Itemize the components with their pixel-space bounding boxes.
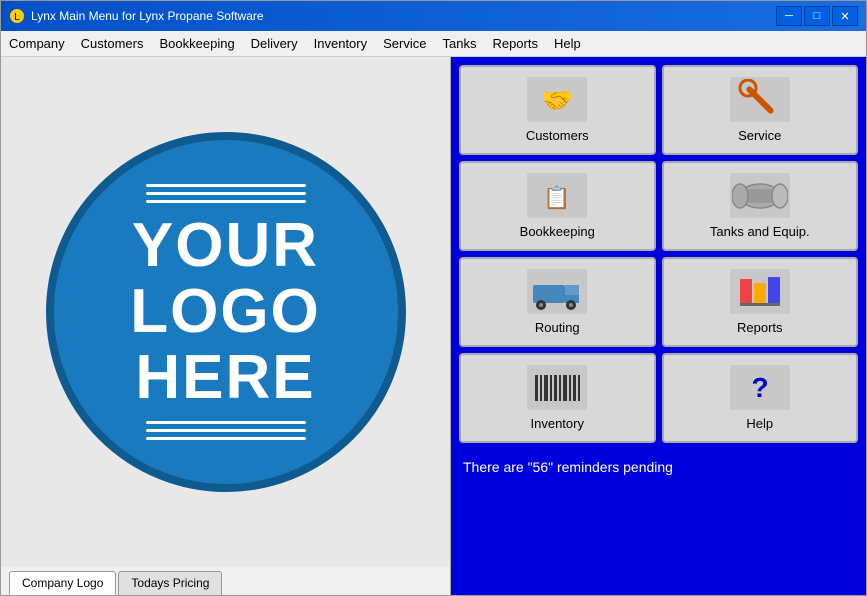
- bookkeeping-label: Bookkeeping: [520, 224, 595, 239]
- help-icon: ?: [730, 365, 790, 410]
- menu-item-delivery[interactable]: Delivery: [243, 31, 306, 56]
- bookkeeping-icon: 📋: [527, 173, 587, 218]
- window-controls: ─ □ ✕: [776, 6, 858, 26]
- main-content: YOUR LOGO HERE Company Logo: [1, 57, 866, 595]
- btn-routing[interactable]: Routing: [459, 257, 656, 347]
- reports-icon: [730, 269, 790, 314]
- reports-label: Reports: [737, 320, 783, 335]
- logo-line-text-3: HERE: [135, 347, 315, 409]
- logo-circle-outer: YOUR LOGO HERE: [46, 132, 406, 492]
- help-label: Help: [746, 416, 773, 431]
- main-window: L Lynx Main Menu for Lynx Propane Softwa…: [0, 0, 867, 596]
- logo-line-4: [146, 421, 306, 424]
- title-bar-text: Lynx Main Menu for Lynx Propane Software: [31, 9, 770, 23]
- minimize-button[interactable]: ─: [776, 6, 802, 26]
- btn-tanks[interactable]: Tanks and Equip.: [662, 161, 859, 251]
- service-icon: [730, 77, 790, 122]
- menu-item-bookkeeping[interactable]: Bookkeeping: [152, 31, 243, 56]
- logo-line-2: [146, 192, 306, 195]
- tab-bar: Company Logo Todays Pricing: [1, 567, 450, 595]
- logo-area: YOUR LOGO HERE: [1, 57, 450, 567]
- svg-text:L: L: [14, 12, 20, 23]
- close-button[interactable]: ✕: [832, 6, 858, 26]
- right-panel: 🤝 Customers: [451, 57, 866, 595]
- logo-lines-top: [146, 184, 306, 203]
- customers-icon: 🤝: [527, 77, 587, 122]
- logo-line-text-2: LOGO: [130, 281, 321, 343]
- tab-todays-pricing[interactable]: Todays Pricing: [118, 571, 222, 595]
- service-label: Service: [738, 128, 781, 143]
- customers-label: Customers: [526, 128, 589, 143]
- inventory-icon: [527, 365, 587, 410]
- menu-bar: CompanyCustomersBookkeepingDeliveryInven…: [1, 31, 866, 57]
- tanks-label: Tanks and Equip.: [710, 224, 810, 239]
- btn-reports[interactable]: Reports: [662, 257, 859, 347]
- inventory-label: Inventory: [531, 416, 584, 431]
- svg-text:🤝: 🤝: [541, 85, 573, 115]
- logo-line-6: [146, 437, 306, 440]
- logo-line-1: [146, 184, 306, 187]
- reminder-text: There are "56" reminders pending: [459, 455, 858, 479]
- routing-label: Routing: [535, 320, 580, 335]
- logo-lines-bottom: [146, 421, 306, 440]
- menu-item-customers[interactable]: Customers: [73, 31, 152, 56]
- grid-buttons: 🤝 Customers: [459, 65, 858, 443]
- svg-text:📋: 📋: [544, 185, 571, 210]
- menu-item-company[interactable]: Company: [1, 31, 73, 56]
- routing-icon: [527, 269, 587, 314]
- logo-line-text-1: YOUR: [132, 215, 319, 277]
- menu-item-tanks[interactable]: Tanks: [434, 31, 484, 56]
- tanks-icon: [730, 173, 790, 218]
- maximize-button[interactable]: □: [804, 6, 830, 26]
- title-bar: L Lynx Main Menu for Lynx Propane Softwa…: [1, 1, 866, 31]
- tab-company-logo[interactable]: Company Logo: [9, 571, 116, 595]
- app-icon: L: [9, 8, 25, 24]
- menu-item-service[interactable]: Service: [375, 31, 434, 56]
- menu-item-reports[interactable]: Reports: [484, 31, 546, 56]
- menu-item-inventory[interactable]: Inventory: [306, 31, 375, 56]
- btn-help[interactable]: ? Help: [662, 353, 859, 443]
- logo-circle-inner: YOUR LOGO HERE: [66, 152, 386, 472]
- logo-line-3: [146, 200, 306, 203]
- btn-inventory[interactable]: Inventory: [459, 353, 656, 443]
- btn-customers[interactable]: 🤝 Customers: [459, 65, 656, 155]
- left-panel: YOUR LOGO HERE Company Logo: [1, 57, 451, 595]
- logo-line-5: [146, 429, 306, 432]
- btn-bookkeeping[interactable]: 📋 Bookkeeping: [459, 161, 656, 251]
- menu-item-help[interactable]: Help: [546, 31, 589, 56]
- btn-service[interactable]: Service: [662, 65, 859, 155]
- svg-text:?: ?: [751, 372, 768, 403]
